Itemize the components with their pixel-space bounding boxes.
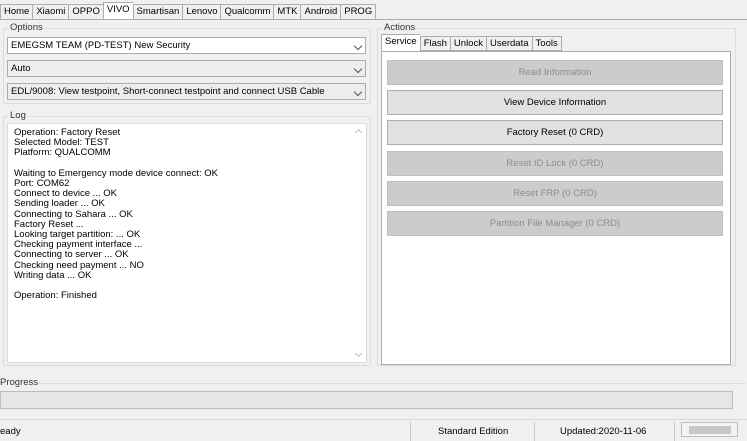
status-separator [534, 422, 535, 441]
scroll-down-icon[interactable] [355, 351, 362, 358]
updated-label: Updated:2020-11-06 [560, 426, 647, 437]
reset-frp-button[interactable]: Reset FRP (0 CRD) [387, 181, 723, 206]
read-information-button[interactable]: Read Information [387, 60, 723, 85]
status-text: eady [0, 426, 21, 437]
status-grip [681, 422, 738, 437]
log-title: Log [8, 110, 28, 122]
tab-flash[interactable]: Flash [419, 36, 450, 51]
tab-qualcomm[interactable]: Qualcomm [220, 4, 274, 20]
tab-mtk[interactable]: MTK [273, 4, 301, 20]
status-bar: eady Standard Edition Updated:2020-11-06 [0, 419, 747, 441]
tab-vivo[interactable]: VIVO [102, 2, 133, 20]
progress-bar [0, 391, 733, 409]
factory-reset-button[interactable]: Factory Reset (0 CRD) [387, 120, 723, 145]
chevron-down-icon [353, 41, 363, 51]
edl-select-value: EDL/9008: View testpoint, Short-connect … [11, 86, 325, 97]
tab-tools[interactable]: Tools [531, 36, 562, 51]
edition-label: Standard Edition [438, 426, 509, 437]
tab-home[interactable]: Home [0, 4, 33, 20]
tab-xiaomi[interactable]: Xiaomi [32, 4, 69, 20]
status-separator [410, 422, 411, 441]
tab-unlock[interactable]: Unlock [449, 36, 486, 51]
reset-id-lock-button[interactable]: Reset ID Lock (0 CRD) [387, 151, 723, 176]
view-device-information-button[interactable]: View Device Information [387, 90, 723, 115]
mode-select[interactable]: Auto [7, 60, 366, 77]
mode-select-value: Auto [11, 63, 31, 74]
edl-select[interactable]: EDL/9008: View testpoint, Short-connect … [7, 83, 366, 100]
tab-service[interactable]: Service [381, 34, 420, 51]
scroll-up-icon[interactable] [355, 128, 362, 135]
tab-android[interactable]: Android [300, 4, 341, 20]
partition-file-manager-button[interactable]: Partition File Manager (0 CRD) [387, 211, 723, 236]
actions-title: Actions [382, 22, 418, 34]
chevron-down-icon [353, 64, 363, 74]
log-text: Operation: Factory Reset Selected Model:… [14, 127, 218, 302]
main-tab-bar: Home Xiaomi OPPO VIVO Smartisan Lenovo Q… [0, 2, 377, 20]
tab-divider [0, 19, 747, 20]
tab-oppo[interactable]: OPPO [68, 4, 103, 20]
model-select[interactable]: EMEGSM TEAM (PD-TEST) New Security [7, 37, 366, 54]
options-title: Options [8, 22, 45, 34]
actions-tab-bar: Service Flash Unlock Userdata Tools [381, 34, 562, 51]
model-select-value: EMEGSM TEAM (PD-TEST) New Security [11, 40, 191, 51]
chevron-down-icon [353, 87, 363, 97]
status-separator [674, 422, 675, 441]
log-output[interactable]: Operation: Factory Reset Selected Model:… [7, 123, 367, 363]
progress-title: Progress [0, 377, 39, 388]
tab-userdata[interactable]: Userdata [485, 36, 532, 51]
progress-divider [38, 383, 746, 384]
tab-lenovo[interactable]: Lenovo [182, 4, 221, 20]
tab-smartisan[interactable]: Smartisan [132, 4, 183, 20]
tab-prog[interactable]: PROG [340, 4, 377, 20]
